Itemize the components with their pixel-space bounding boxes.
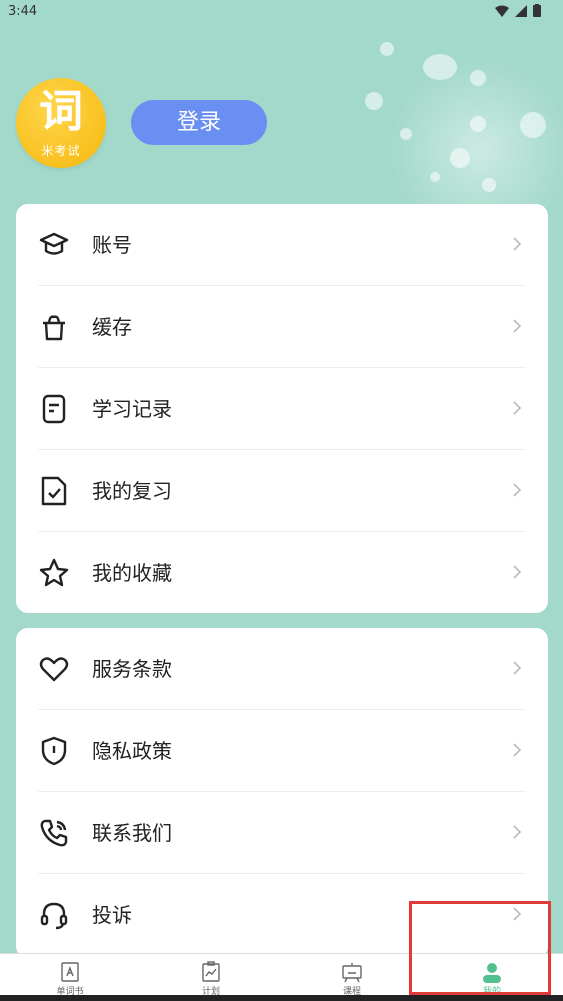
graduation-cap-icon (39, 232, 69, 255)
profile-icon (483, 963, 501, 983)
trash-bin-icon (43, 315, 65, 341)
status-bar: 3:44 (0, 0, 563, 24)
phone-icon (40, 819, 68, 847)
menu-item-label: 缓存 (92, 315, 132, 339)
battery-icon (533, 4, 541, 17)
tab-plan[interactable]: 计划 (141, 954, 281, 997)
menu-item-label: 联系我们 (92, 821, 172, 845)
menu-item-study-record[interactable]: 学习记录 (16, 368, 548, 450)
menu-item-label: 投诉 (92, 903, 132, 927)
menu-item-label: 我的复习 (92, 479, 172, 503)
wordbook-icon (61, 962, 79, 982)
menu-item-cache[interactable]: 缓存 (16, 286, 548, 368)
heart-icon (39, 657, 69, 682)
tab-wordbook[interactable]: 单词书 (0, 954, 140, 997)
menu-item-terms-of-service[interactable]: 服务条款 (16, 628, 548, 710)
file-check-icon (41, 476, 67, 506)
menu-card-info: 服务条款 隐私政策 联系我们 投诉 (16, 628, 548, 958)
menu-item-account[interactable]: 账号 (16, 204, 548, 286)
chevron-right-icon (513, 743, 522, 757)
chevron-right-icon (513, 483, 522, 497)
menu-card-account: 账号 缓存 学习记录 我的复习 我的收藏 (16, 204, 548, 613)
menu-item-privacy-policy[interactable]: 隐私政策 (16, 710, 548, 792)
system-nav-strip (0, 995, 563, 1001)
chevron-right-icon (513, 237, 522, 251)
bottom-tab-bar: 单词书 计划 课程 我的 (0, 953, 563, 997)
chevron-right-icon (513, 907, 522, 921)
document-icon (42, 394, 66, 424)
menu-item-complaint[interactable]: 投诉 (16, 874, 548, 956)
course-icon (342, 963, 362, 983)
menu-item-label: 隐私政策 (92, 739, 172, 763)
shield-icon (41, 736, 67, 766)
headset-icon (40, 902, 68, 930)
menu-item-contact-us[interactable]: 联系我们 (16, 792, 548, 874)
chevron-right-icon (513, 319, 522, 333)
app-logo: 词 米考试 (16, 78, 106, 168)
logo-subtitle: 米考试 (41, 144, 81, 158)
logo-char: 词 (39, 86, 83, 137)
menu-item-label: 服务条款 (92, 657, 172, 681)
menu-item-label: 学习记录 (92, 397, 172, 421)
menu-item-label: 账号 (92, 233, 132, 257)
plan-icon (202, 961, 220, 982)
tab-profile[interactable]: 我的 (422, 954, 562, 997)
menu-item-my-review[interactable]: 我的复习 (16, 450, 548, 532)
signal-icon (515, 4, 527, 17)
chevron-right-icon (513, 401, 522, 415)
chevron-right-icon (513, 825, 522, 839)
wifi-icon (495, 5, 509, 17)
star-icon (39, 558, 69, 587)
chevron-right-icon (513, 661, 522, 675)
login-button[interactable]: 登录 (131, 100, 267, 145)
status-time: 3:44 (8, 4, 38, 19)
menu-item-label: 我的收藏 (92, 561, 172, 585)
chevron-right-icon (513, 565, 522, 579)
menu-item-my-favorites[interactable]: 我的收藏 (16, 532, 548, 614)
tab-course[interactable]: 课程 (282, 954, 422, 997)
